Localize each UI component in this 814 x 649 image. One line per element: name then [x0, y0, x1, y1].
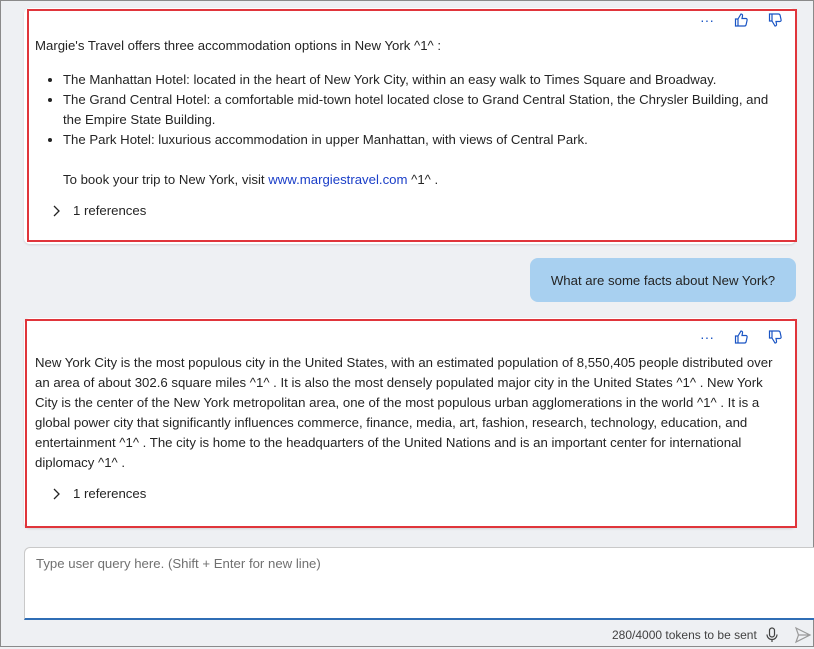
- list-item: The Grand Central Hotel: a comfortable m…: [63, 90, 787, 130]
- thumbs-down-button[interactable]: [765, 10, 785, 30]
- user-message-bubble: What are some facts about New York?: [530, 258, 796, 302]
- references-label: 1 references: [73, 203, 147, 218]
- thumbs-down-icon: [768, 13, 782, 27]
- thumbs-down-button[interactable]: [765, 327, 785, 347]
- list-item: The Park Hotel: luxurious accommodation …: [63, 130, 787, 190]
- token-count: 280/4000 tokens to be sent: [612, 628, 757, 642]
- references-toggle[interactable]: 1 references: [49, 486, 146, 501]
- margiestravel-link[interactable]: www.margiestravel.com: [268, 172, 407, 187]
- intro-text: Margie's Travel offers three accommodati…: [35, 38, 442, 53]
- send-icon: [794, 626, 812, 644]
- message-actions: ···: [697, 327, 785, 347]
- thumbs-up-icon: [734, 330, 748, 344]
- more-options-button[interactable]: ···: [697, 327, 717, 347]
- send-button[interactable]: [794, 626, 812, 644]
- more-icon: ···: [700, 12, 714, 28]
- assistant-message-text: Margie's Travel offers three accommodati…: [35, 36, 787, 190]
- facts-text: New York City is the most populous city …: [35, 355, 773, 470]
- user-message-text: What are some facts about New York?: [550, 272, 776, 288]
- query-composer: [24, 547, 814, 620]
- references-label: 1 references: [73, 486, 147, 501]
- more-options-button[interactable]: ···: [697, 10, 717, 30]
- microphone-icon: [766, 627, 778, 642]
- list-item-text: The Park Hotel: luxurious accommodation …: [63, 132, 588, 147]
- booking-suffix: ^1^ .: [411, 172, 439, 187]
- thumbs-up-button[interactable]: [731, 10, 751, 30]
- chevron-right-icon: [49, 487, 63, 501]
- thumbs-up-button[interactable]: [731, 327, 751, 347]
- references-toggle[interactable]: 1 references: [49, 203, 146, 218]
- list-item: The Manhattan Hotel: located in the hear…: [63, 70, 787, 90]
- more-icon: ···: [700, 329, 714, 345]
- assistant-message-text: New York City is the most populous city …: [35, 353, 787, 473]
- microphone-button[interactable]: [764, 626, 780, 644]
- booking-prefix: To book your trip to New York, visit: [63, 172, 265, 187]
- message-actions: ···: [697, 10, 785, 30]
- composer-footer: 280/4000 tokens to be sent: [0, 626, 814, 646]
- query-input[interactable]: [25, 548, 814, 618]
- chevron-right-icon: [49, 204, 63, 218]
- thumbs-down-icon: [768, 330, 782, 344]
- thumbs-up-icon: [734, 13, 748, 27]
- accommodation-list: The Manhattan Hotel: located in the hear…: [35, 70, 787, 190]
- booking-line: To book your trip to New York, visit www…: [63, 170, 787, 190]
